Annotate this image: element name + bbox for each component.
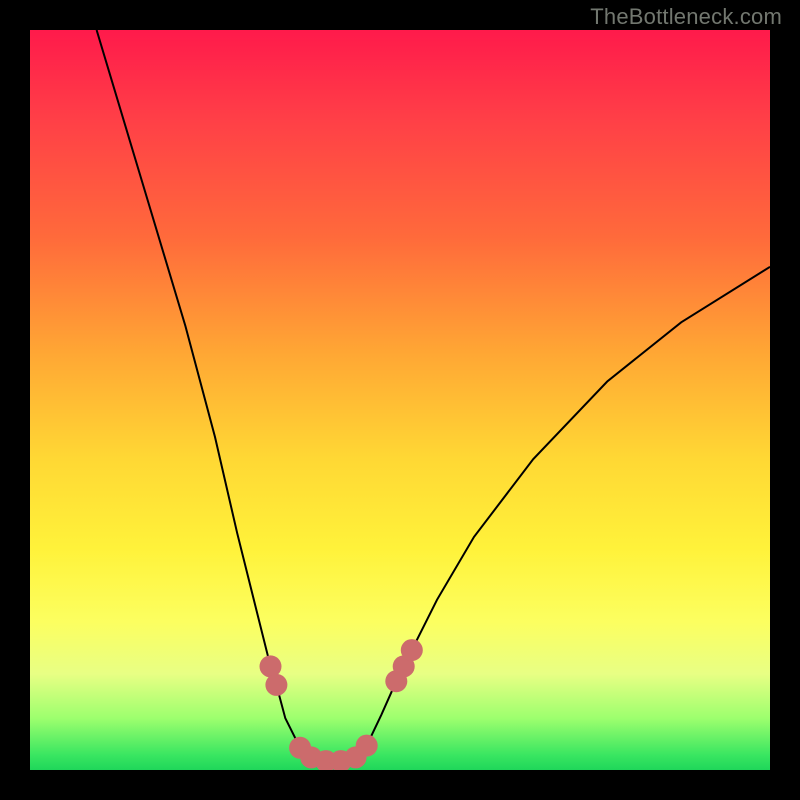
right-curve: [367, 267, 770, 746]
marker-group: [260, 639, 423, 770]
data-point-marker: [401, 639, 423, 661]
chart-plot-area: [30, 30, 770, 770]
watermark-text: TheBottleneck.com: [590, 4, 782, 30]
data-point-marker: [265, 674, 287, 696]
left-curve: [97, 30, 367, 761]
chart-frame: TheBottleneck.com: [0, 0, 800, 800]
data-point-marker: [356, 735, 378, 757]
chart-svg: [30, 30, 770, 770]
